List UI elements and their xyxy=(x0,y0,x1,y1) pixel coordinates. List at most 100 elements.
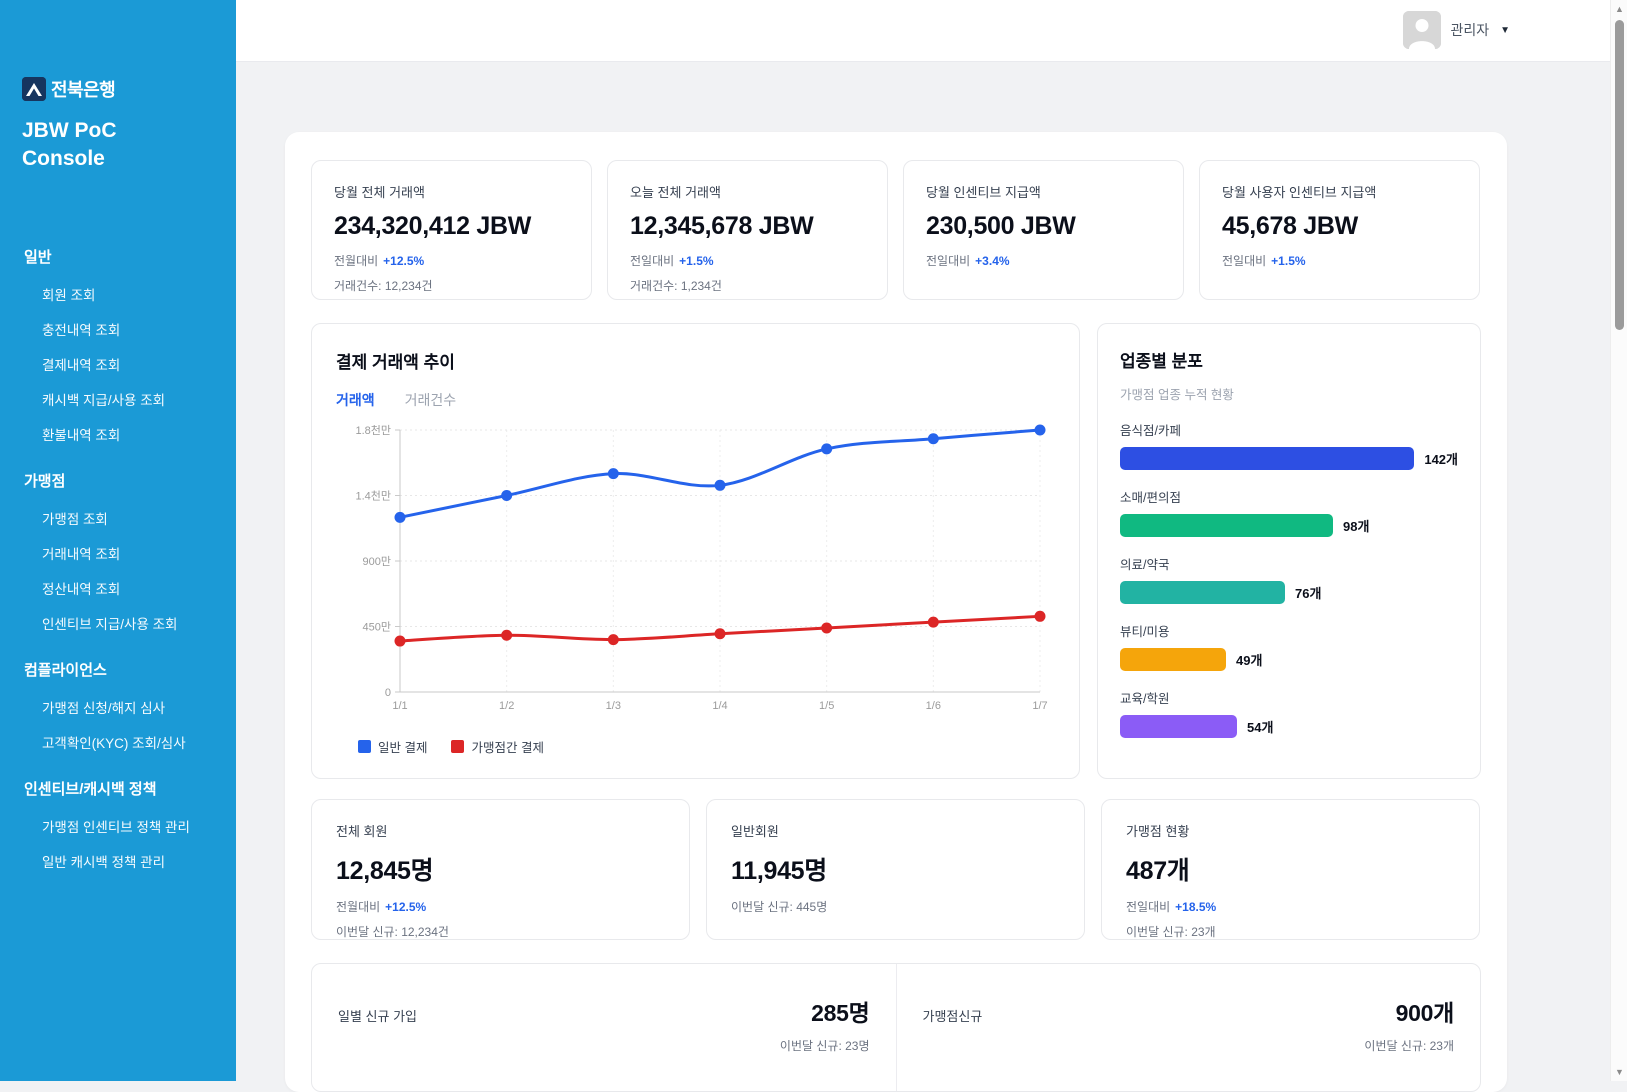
industry-distribution-card: 업종별 분포 가맹점 업종 누적 현황 음식점/카페 142개 소매/편의점 9… xyxy=(1097,323,1481,779)
stat-label: 일반회원 xyxy=(731,821,1060,840)
industry-bar-group: 음식점/카페 142개 xyxy=(1120,420,1458,470)
svg-text:450만: 450만 xyxy=(363,621,391,634)
line-chart: 0450만900만1.4천만1.8천만1/11/21/31/41/51/61/7 xyxy=(336,416,1055,733)
sidebar-item[interactable]: 가맹점 조회 xyxy=(42,508,228,528)
compare-value: +1.5% xyxy=(1271,254,1305,268)
daily-signup-card: 일별 신규 가입 285명 이번달 신규: 23명 가맹점신규 900개 이번달… xyxy=(311,963,1481,1092)
user-menu[interactable]: 관리자 ▼ xyxy=(1403,11,1510,49)
chart-title: 결제 거래액 추이 xyxy=(336,348,1055,373)
page-scrollbar[interactable]: ▲ ▼ xyxy=(1610,0,1627,1081)
sidebar-item[interactable]: 인센티브 지급/사용 조회 xyxy=(42,613,228,633)
svg-text:0: 0 xyxy=(385,687,391,699)
compare-value: +3.4% xyxy=(975,254,1009,268)
daily-value: 285명 xyxy=(811,994,869,1028)
daily-new-merchants: 가맹점신규 900개 이번달 신규: 23개 xyxy=(897,964,1481,1091)
stat-value: 230,500 JBW xyxy=(926,212,1161,241)
stat-sub: 거래건수: 12,234건 xyxy=(334,277,569,294)
stat-value: 12,345,678 JBW xyxy=(630,212,865,241)
svg-text:1.4천만: 1.4천만 xyxy=(355,489,391,503)
sidebar-section-title: 컴플라이언스 xyxy=(24,659,228,680)
compare-value: +12.5% xyxy=(383,254,424,268)
industry-bar-group: 교육/학원 54개 xyxy=(1120,688,1458,738)
sidebar-section-title: 가맹점 xyxy=(24,470,228,491)
stat-value: 12,845명 xyxy=(336,851,665,887)
industry-subtitle: 가맹점 업종 누적 현황 xyxy=(1120,384,1458,403)
top-stat-cards: 당월 전체 거래액 234,320,412 JBW 전월대비+12.5% 거래건… xyxy=(311,160,1480,300)
stat-sub: 이번달 신규: 23개 xyxy=(1126,923,1455,940)
sidebar-item[interactable]: 일반 캐시백 정책 관리 xyxy=(42,851,228,871)
sidebar-section-title: 인센티브/캐시백 정책 xyxy=(24,778,228,799)
tab-amount[interactable]: 거래액 xyxy=(336,390,375,410)
stat-card-incentive: 당월 인센티브 지급액 230,500 JBW 전일대비 +3.4% xyxy=(903,160,1184,300)
stat-label: 가맹점 현황 xyxy=(1126,821,1455,840)
sidebar-item[interactable]: 충전내역 조회 xyxy=(42,319,228,339)
dashboard-panel: 당월 전체 거래액 234,320,412 JBW 전월대비+12.5% 거래건… xyxy=(285,132,1507,1092)
compare-label: 전일대비 xyxy=(926,254,970,268)
sidebar-item[interactable]: 정산내역 조회 xyxy=(42,578,228,598)
sidebar-item[interactable]: 고객확인(KYC) 조회/심사 xyxy=(42,732,228,752)
compare-value: +1.5% xyxy=(679,254,713,268)
industry-bar-group: 뷰티/미용 49개 xyxy=(1120,621,1458,671)
stat-card-merchant-status: 가맹점 현황 487개 전일대비+18.5% 이번달 신규: 23개 xyxy=(1101,799,1480,940)
sidebar-item[interactable]: 환불내역 조회 xyxy=(42,424,228,444)
svg-text:1/5: 1/5 xyxy=(819,700,834,712)
scroll-up-icon[interactable]: ▲ xyxy=(1611,4,1627,14)
stat-card-user-incentive: 당월 사용자 인센티브 지급액 45,678 JBW 전일대비+1.5% xyxy=(1199,160,1480,300)
chevron-down-icon[interactable]: ▼ xyxy=(1500,25,1510,36)
compare-label: 전일대비 xyxy=(1126,900,1170,914)
top-header: 관리자 ▼ xyxy=(236,0,1610,62)
stat-card-today-total: 오늘 전체 거래액 12,345,678 JBW 전일대비+1.5% 거래건수:… xyxy=(607,160,888,300)
stat-card-total-members: 전체 회원 12,845명 전월대비+12.5% 이번달 신규: 12,234건 xyxy=(311,799,690,940)
sidebar-item[interactable]: 회원 조회 xyxy=(42,284,228,304)
bar-value: 54개 xyxy=(1247,717,1273,736)
svg-text:900만: 900만 xyxy=(363,555,391,568)
bar xyxy=(1120,581,1285,604)
stat-value: 487개 xyxy=(1126,851,1455,887)
member-stat-cards: 전체 회원 12,845명 전월대비+12.5% 이번달 신규: 12,234건… xyxy=(311,799,1480,940)
scrollbar-thumb[interactable] xyxy=(1615,20,1624,330)
svg-text:1/1: 1/1 xyxy=(392,700,407,712)
daily-label: 가맹점신규 xyxy=(923,1006,1396,1025)
bar-label: 교육/학원 xyxy=(1120,688,1458,707)
sidebar-item[interactable]: 거래내역 조회 xyxy=(42,543,228,563)
stat-card-general-members: 일반회원 11,945명 이번달 신규: 445명 xyxy=(706,799,1085,940)
stat-value: 11,945명 xyxy=(731,851,1060,887)
sidebar-item[interactable]: 가맹점 신청/해지 심사 xyxy=(42,697,228,717)
stat-label: 오늘 전체 거래액 xyxy=(630,182,865,201)
bank-logo-icon xyxy=(22,77,46,101)
legend-swatch-merchant xyxy=(451,740,464,753)
industry-bar-group: 의료/약국 76개 xyxy=(1120,554,1458,604)
stat-card-monthly-total: 당월 전체 거래액 234,320,412 JBW 전월대비+12.5% 거래건… xyxy=(311,160,592,300)
legend-label: 가맹점간 결제 xyxy=(471,737,543,756)
sidebar-item[interactable]: 가맹점 인센티브 정책 관리 xyxy=(42,816,228,836)
legend-swatch-general xyxy=(358,740,371,753)
bar xyxy=(1120,715,1237,738)
user-name: 관리자 xyxy=(1450,20,1489,40)
sidebar-section-title: 일반 xyxy=(24,246,228,267)
daily-value: 900개 xyxy=(1396,994,1454,1028)
svg-text:1/7: 1/7 xyxy=(1032,700,1047,712)
bank-logo: 전북은행 xyxy=(22,76,115,102)
payment-trend-card: 결제 거래액 추이 거래액 거래건수 0450만900만1.4천만1.8천만1/… xyxy=(311,323,1080,779)
sidebar-item[interactable]: 결제내역 조회 xyxy=(42,354,228,374)
stat-label: 당월 인센티브 지급액 xyxy=(926,182,1161,201)
bar-value: 98개 xyxy=(1343,516,1369,535)
bar xyxy=(1120,648,1226,671)
bar-value: 76개 xyxy=(1295,583,1321,602)
bar-label: 뷰티/미용 xyxy=(1120,621,1458,640)
bar-label: 소매/편의점 xyxy=(1120,487,1458,506)
stat-sub: 거래건수: 1,234건 xyxy=(630,277,865,294)
scroll-down-icon[interactable]: ▼ xyxy=(1611,1067,1627,1077)
bar xyxy=(1120,447,1414,470)
bar-label: 의료/약국 xyxy=(1120,554,1458,573)
bar xyxy=(1120,514,1333,537)
chart-tabs: 거래액 거래건수 xyxy=(336,390,1055,410)
bar-value: 49개 xyxy=(1236,650,1262,669)
svg-text:1/4: 1/4 xyxy=(712,700,727,712)
daily-new-members: 일별 신규 가입 285명 이번달 신규: 23명 xyxy=(312,964,896,1091)
svg-text:1/6: 1/6 xyxy=(926,700,941,712)
svg-text:1/3: 1/3 xyxy=(606,700,621,712)
bar-label: 음식점/카페 xyxy=(1120,420,1458,439)
tab-count[interactable]: 거래건수 xyxy=(405,390,457,410)
sidebar-item[interactable]: 캐시백 지급/사용 조회 xyxy=(42,389,228,409)
